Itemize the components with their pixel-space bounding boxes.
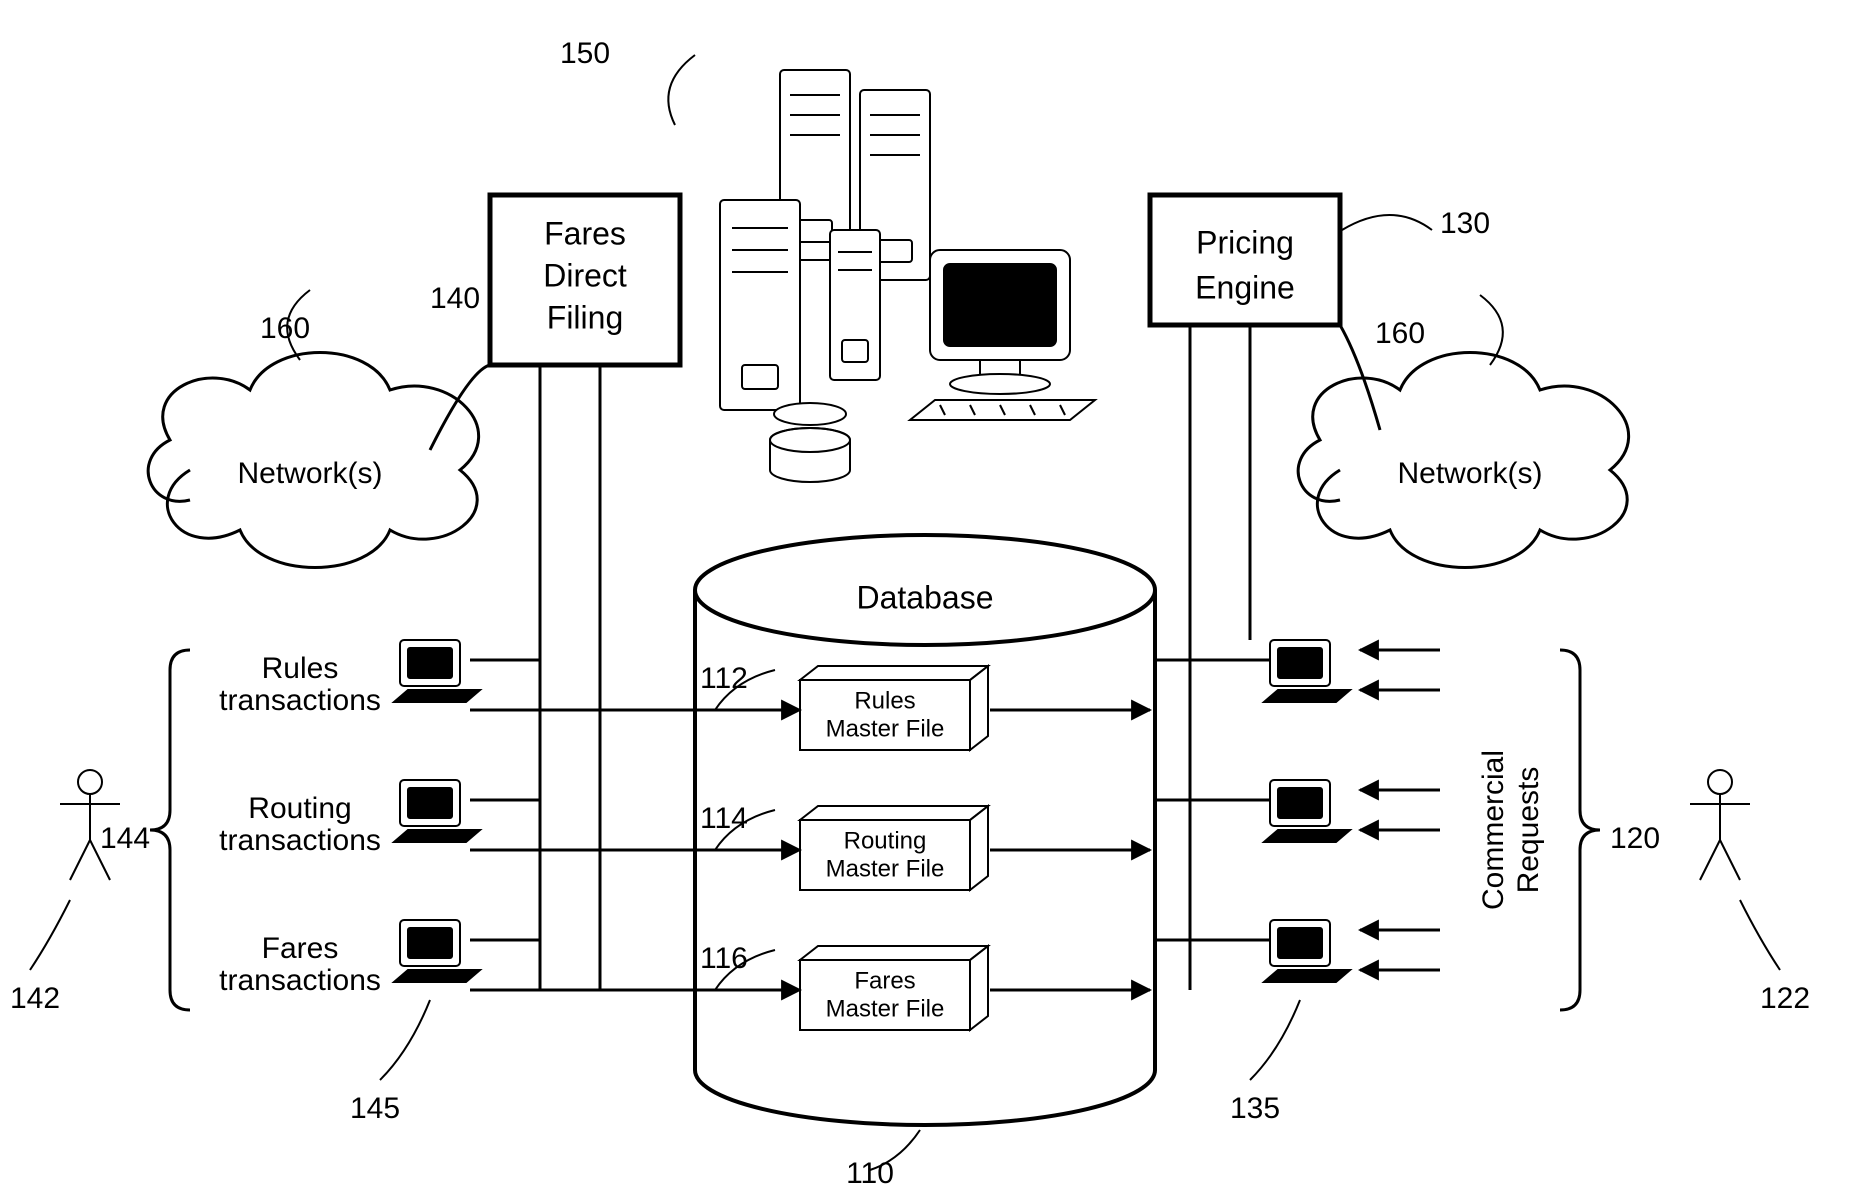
ref-160-left: 160	[260, 312, 310, 345]
right-requests: Commercial Requests 120 122 135	[990, 640, 1810, 1125]
db-file-rules: Rules Master File 112	[700, 662, 988, 750]
ref-150: 150	[560, 37, 610, 70]
pricing-engine-box: Pricing Engine 130	[1150, 195, 1490, 325]
terminal-icon	[1264, 780, 1350, 842]
svg-text:Routing: Routing	[844, 827, 927, 854]
db-title: Database	[857, 579, 994, 615]
fdf-line3: Filing	[547, 299, 623, 335]
cloud-left-label: Network(s)	[237, 457, 382, 490]
ref-140: 140	[430, 282, 480, 315]
db-file-fares: Fares Master File 116	[700, 942, 988, 1030]
db-file-routing: Routing Master File 114	[700, 802, 988, 890]
ref-130: 130	[1440, 207, 1490, 240]
ref-160-right: 160	[1375, 317, 1425, 350]
ref-110: 110	[846, 1157, 894, 1190]
svg-text:Master File: Master File	[826, 995, 945, 1022]
terminal-icon	[1264, 920, 1350, 982]
terminal-icon	[394, 920, 480, 982]
database: Database Rules Master File 112 Routing M…	[695, 535, 1155, 1190]
ref-142: 142	[10, 982, 60, 1015]
svg-text:Fares: Fares	[262, 932, 339, 965]
ref-135: 135	[1230, 1092, 1280, 1125]
svg-text:Fares: Fares	[854, 967, 915, 994]
pe-line1: Pricing	[1196, 224, 1294, 260]
svg-text:Master File: Master File	[826, 715, 945, 742]
person-icon-right	[1690, 770, 1750, 880]
fdf-line1: Fares	[544, 215, 626, 251]
ref-120: 120	[1610, 822, 1660, 855]
terminal-icon	[394, 780, 480, 842]
diagram-root: 150 Fares Direct Filing 140 Pricing Engi…	[0, 0, 1850, 1200]
svg-text:transactions: transactions	[219, 824, 381, 857]
svg-text:Routing: Routing	[248, 792, 351, 825]
svg-text:transactions: transactions	[219, 964, 381, 997]
svg-text:transactions: transactions	[219, 684, 381, 717]
ref-112: 112	[700, 662, 748, 695]
fdf-line2: Direct	[543, 257, 627, 293]
pe-line2: Engine	[1195, 269, 1295, 305]
cloud-right-label: Network(s)	[1397, 457, 1542, 490]
terminal-icon	[394, 640, 480, 702]
ref-144: 144	[100, 822, 150, 855]
ref-116: 116	[700, 942, 748, 975]
ref-122: 122	[1760, 982, 1810, 1015]
network-cloud-right: Network(s) 160	[1298, 295, 1628, 568]
svg-text:Rules: Rules	[262, 652, 339, 685]
ref-145: 145	[350, 1092, 400, 1125]
terminal-icon	[1264, 640, 1350, 702]
ref-114: 114	[700, 802, 748, 835]
network-cloud-left: Network(s) 160	[148, 290, 478, 568]
svg-text:Master File: Master File	[826, 855, 945, 882]
fares-direct-filing-box: Fares Direct Filing 140	[430, 195, 680, 365]
left-transactions: 144 142 Rules transactions Routing trans…	[10, 640, 800, 1125]
req-label1: Commercial	[1477, 750, 1510, 910]
svg-text:Rules: Rules	[854, 687, 915, 714]
req-label2: Requests	[1512, 767, 1545, 894]
